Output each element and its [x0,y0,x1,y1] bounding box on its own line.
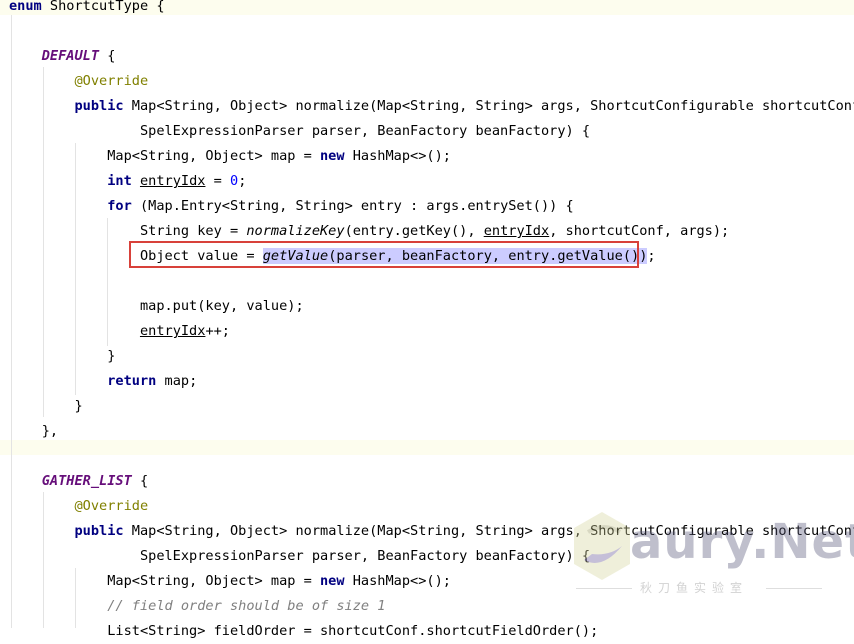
code-token: return [107,373,157,389]
code-line: } [0,344,854,369]
watermark-rule-right [766,588,822,589]
code-token: ; [238,173,247,189]
code-token: public [74,98,124,114]
highlight-callout [129,241,639,268]
code-token: // field order should be of size 1 [107,598,386,614]
watermark-rule-left [576,588,632,589]
code-token: SpelExpressionParser parser, BeanFactory… [9,123,591,139]
code-token: (entry.getKey(), [344,223,484,239]
code-line: return map; [0,369,854,394]
code-token: { [99,48,116,64]
code-token: GATHER_LIST [41,473,132,489]
code-token: @Override [74,498,149,514]
code-line: SpelExpressionParser parser, BeanFactory… [0,119,854,144]
code-token: = [205,173,231,189]
code-token: Map<String, Object> normalize(Map<String… [123,98,854,114]
code-token: HashMap<>(); [344,573,451,589]
code-token: normalizeKey [246,223,345,239]
code-line: public Map<String, Object> normalize(Map… [0,94,854,119]
code-token: ShortcutType { [41,0,165,14]
code-token: SpelExpressionParser parser, BeanFactory… [9,548,591,564]
code-token: entryIdx [483,223,550,239]
code-token: { [131,473,149,489]
code-line: DEFAULT { [0,44,854,69]
code-token: entryIdx [139,323,206,339]
code-token: ; [647,248,656,264]
code-token: } [9,398,83,414]
code-token: , shortcutConf, args); [549,223,730,239]
watermark-brand: aury.Net [630,514,854,570]
code-line: int entryIdx = 0; [0,169,854,194]
code-token: new [320,573,345,589]
code-token: } [9,348,116,364]
code-editor[interactable]: enum ShortcutType { DEFAULT { @Override … [0,0,854,639]
code-token: Map<String, Object> map = [9,148,320,164]
code-token: entryIdx [139,173,206,189]
code-line: } [0,394,854,419]
code-token: ++; [205,323,230,339]
watermark: aury.Net 秋刀鱼实验室 [570,508,854,608]
watermark-subtitle: 秋刀鱼实验室 [640,581,749,595]
code-token: Map<String, Object> map = [9,573,320,589]
code-line: enum ShortcutType { [0,0,854,19]
code-line: List<String> fieldOrder = shortcutConf.s… [0,619,854,644]
code-token: @Override [74,73,149,89]
code-token: }, [9,423,59,439]
code-token: enum [9,0,42,14]
code-token: (Map.Entry<String, String> entry : args.… [131,198,574,214]
code-token: String key = [9,223,247,239]
code-token: public [74,523,124,539]
code-token: DEFAULT [41,48,100,64]
code-line: GATHER_LIST { [0,469,854,494]
code-token: map.put(key, value); [9,298,304,314]
watermark-logo-icon [574,512,630,580]
code-line: Map<String, Object> map = new HashMap<>(… [0,144,854,169]
code-line: map.put(key, value); [0,294,854,319]
code-token: HashMap<>(); [344,148,451,164]
code-line: @Override [0,69,854,94]
code-token: new [320,148,345,164]
code-token: 0 [230,173,239,189]
code-line: }, [0,419,854,444]
code-token: map; [156,373,198,389]
code-token: for [107,198,132,214]
code-line: for (Map.Entry<String, String> entry : a… [0,194,854,219]
code-token: int [107,173,132,189]
code-line: entryIdx++; [0,319,854,344]
code-token: List<String> fieldOrder = shortcutConf.s… [9,623,599,639]
